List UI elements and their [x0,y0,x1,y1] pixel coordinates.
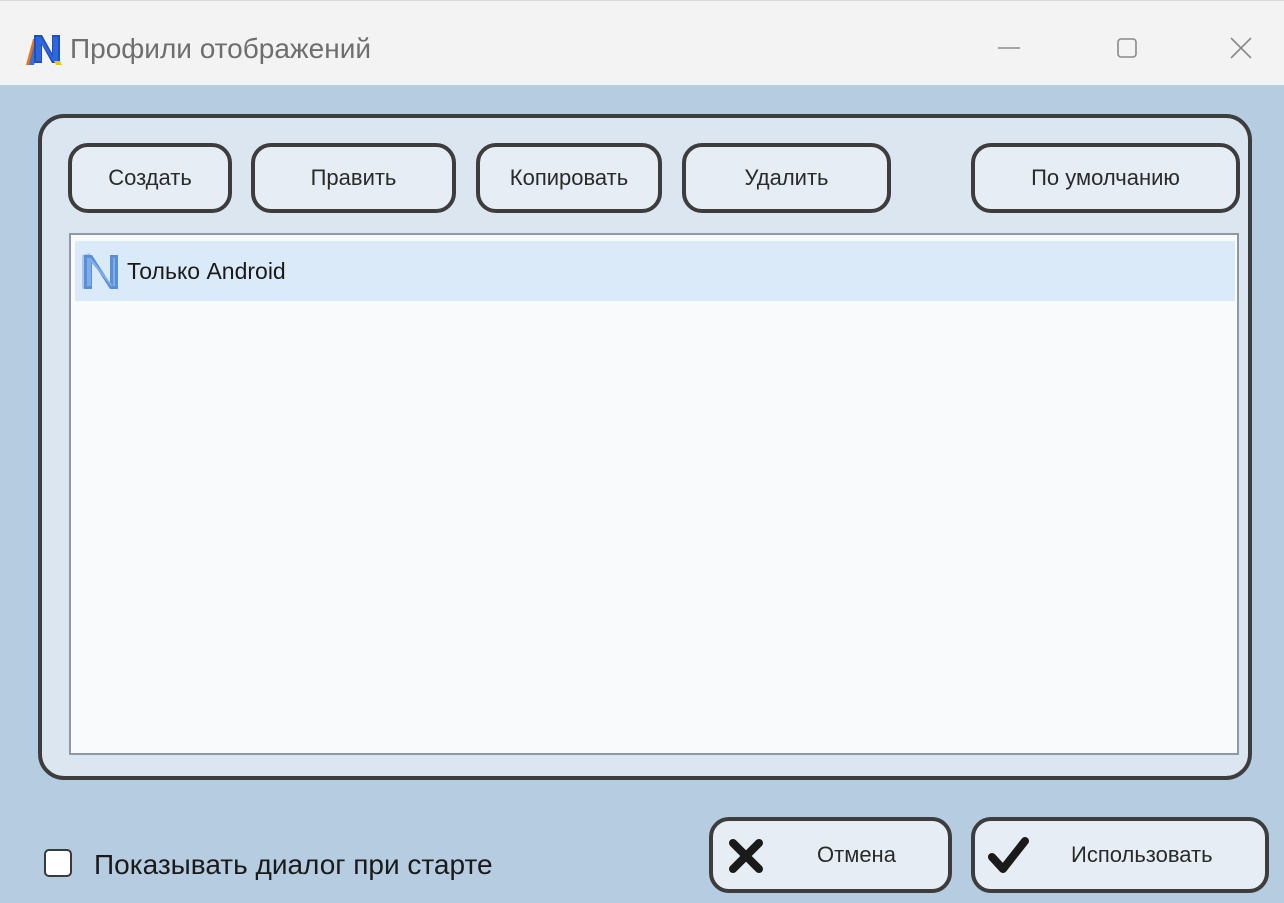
apply-label: Использовать [1071,842,1213,867]
cancel-label: Отмена [817,842,896,867]
profiles-dialog: Профили отображений Создать Править Копи… [0,0,1284,903]
create-button[interactable]: Создать [68,143,232,213]
show-dialog-label: Показывать диалог при старте [94,849,493,880]
copy-button[interactable]: Копировать [476,143,662,213]
close-button[interactable] [1206,21,1276,75]
delete-button[interactable]: Удалить [682,143,891,213]
set-default-button[interactable]: По умолчанию [971,143,1240,213]
list-item[interactable]: Только Android [75,241,1235,301]
apply-button[interactable]: Использовать [971,817,1269,893]
window-title: Профили отображений [70,33,371,64]
profile-label: Только Android [127,258,286,284]
profiles-list[interactable]: Только Android [69,233,1239,755]
maximize-button[interactable] [1092,21,1162,75]
edit-button[interactable]: Править [251,143,456,213]
checkmark-icon [987,835,1031,879]
cross-icon [725,835,769,879]
cancel-button[interactable]: Отмена [709,817,952,893]
profile-icon [78,249,122,293]
minimize-button[interactable] [974,21,1044,75]
app-logo-icon [24,31,64,67]
show-dialog-checkbox[interactable] [44,849,72,877]
title-bar: Профили отображений [0,0,1284,85]
